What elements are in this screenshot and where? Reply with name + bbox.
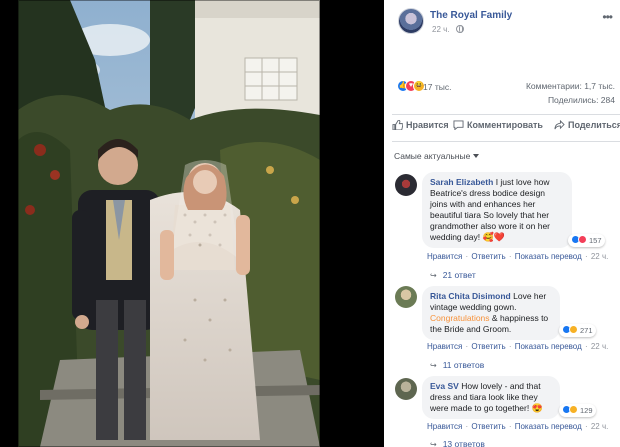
comment-reactions[interactable]: 129	[559, 404, 596, 417]
comment-highlight-text: Congratulations	[430, 313, 490, 323]
comment-reactions[interactable]: 271	[559, 324, 596, 337]
comment-translate-link[interactable]: Показать перевод	[515, 342, 582, 351]
avatar[interactable]	[395, 286, 417, 308]
reactions-count[interactable]: 17 тыс.	[423, 82, 451, 92]
comment-meta: Нравится · Ответить · Показать перевод ·…	[427, 252, 609, 261]
comment-author[interactable]: Sarah Elizabeth	[430, 177, 493, 187]
comment-like-link[interactable]: Нравится	[427, 252, 462, 261]
comment-emoji: 😍	[531, 403, 543, 413]
share-icon	[554, 120, 565, 130]
comment-reply-link[interactable]: Ответить	[471, 252, 505, 261]
comment-emoji: 🥰❤️	[482, 232, 505, 242]
reply-arrow-icon: ↪	[430, 271, 437, 280]
replies-count: 13 ответов	[442, 439, 485, 447]
shares-count[interactable]: Поделились: 284	[548, 95, 615, 105]
comment-bubble: Eva SV How lovely - and that dress and t…	[422, 376, 560, 419]
comment-reply-link[interactable]: Ответить	[471, 422, 505, 431]
comment-translate-link[interactable]: Показать перевод	[515, 422, 582, 431]
comment-time[interactable]: 22 ч.	[591, 342, 609, 351]
comment-reactions[interactable]: 157	[568, 234, 605, 247]
comment-button-label: Комментировать	[467, 120, 543, 130]
comment-author[interactable]: Eva SV	[430, 381, 459, 391]
view-replies-link[interactable]: ↪ 21 ответ	[430, 270, 476, 280]
comment-reply-link[interactable]: Ответить	[471, 342, 505, 351]
like-button-label: Нравится	[406, 120, 449, 130]
comment-time[interactable]: 22 ч.	[591, 252, 609, 261]
haha-icon	[569, 405, 578, 414]
comment-meta: Нравится · Ответить · Показать перевод ·…	[427, 342, 609, 351]
comment-bubble: Rita Chita Disimond Love her vintage wed…	[422, 286, 560, 340]
comment-icon	[453, 120, 464, 130]
comment-like-link[interactable]: Нравится	[427, 422, 462, 431]
thumbs-up-icon	[392, 120, 403, 130]
divider	[392, 141, 620, 142]
caret-down-icon	[473, 154, 480, 158]
view-replies-link[interactable]: ↪ 11 ответов	[430, 360, 484, 370]
post-photo[interactable]	[0, 0, 384, 447]
comment-button[interactable]: Комментировать	[453, 120, 543, 130]
comment-reaction-count: 271	[580, 326, 593, 335]
replies-count: 11 ответов	[442, 360, 485, 370]
share-button-label: Поделиться	[568, 120, 620, 130]
avatar[interactable]	[395, 378, 417, 400]
post-side-panel: The Royal Family 22 ч. ••• 👍 ♥ 😆 17 тыс.…	[384, 0, 620, 447]
comment-reaction-count: 129	[580, 406, 593, 415]
view-replies-link[interactable]: ↪ 13 ответов	[430, 439, 485, 447]
reaction-stats: 👍 ♥ 😆 17 тыс. Комментарии: 1,7 тыс. Поде…	[384, 78, 620, 110]
share-button[interactable]: Поделиться	[554, 120, 620, 130]
comments-count[interactable]: Комментарии: 1,7 тыс.	[526, 81, 615, 91]
globe-icon	[456, 25, 464, 33]
page-avatar[interactable]	[398, 8, 424, 34]
comment-time[interactable]: 22 ч.	[591, 422, 609, 431]
comment-bubble: Sarah Elizabeth I just love how Beatrice…	[422, 172, 572, 248]
page-name-link[interactable]: The Royal Family	[430, 10, 512, 21]
like-button[interactable]: Нравится	[392, 120, 449, 130]
reply-arrow-icon: ↪	[430, 440, 437, 447]
comment-sort-dropdown[interactable]: Самые актуальные	[394, 151, 480, 161]
reply-arrow-icon: ↪	[430, 361, 437, 370]
replies-count: 21 ответ	[442, 270, 476, 280]
comment-sort-label: Самые актуальные	[394, 151, 471, 161]
post-actions: Нравится Комментировать Поделиться	[384, 116, 620, 138]
avatar[interactable]	[395, 174, 417, 196]
haha-icon	[569, 325, 578, 334]
comment-author[interactable]: Rita Chita Disimond	[430, 291, 511, 301]
comment-meta: Нравится · Ответить · Показать перевод ·…	[427, 422, 609, 431]
wedding-photo-image	[0, 0, 384, 447]
more-horizontal-icon[interactable]: •••	[602, 10, 613, 24]
comment-like-link[interactable]: Нравится	[427, 342, 462, 351]
comment-reaction-count: 157	[589, 236, 602, 245]
post-header: The Royal Family 22 ч. •••	[384, 0, 620, 52]
comment-translate-link[interactable]: Показать перевод	[515, 252, 582, 261]
divider	[392, 114, 620, 115]
love-icon	[578, 235, 587, 244]
post-timestamp[interactable]: 22 ч.	[432, 25, 450, 34]
